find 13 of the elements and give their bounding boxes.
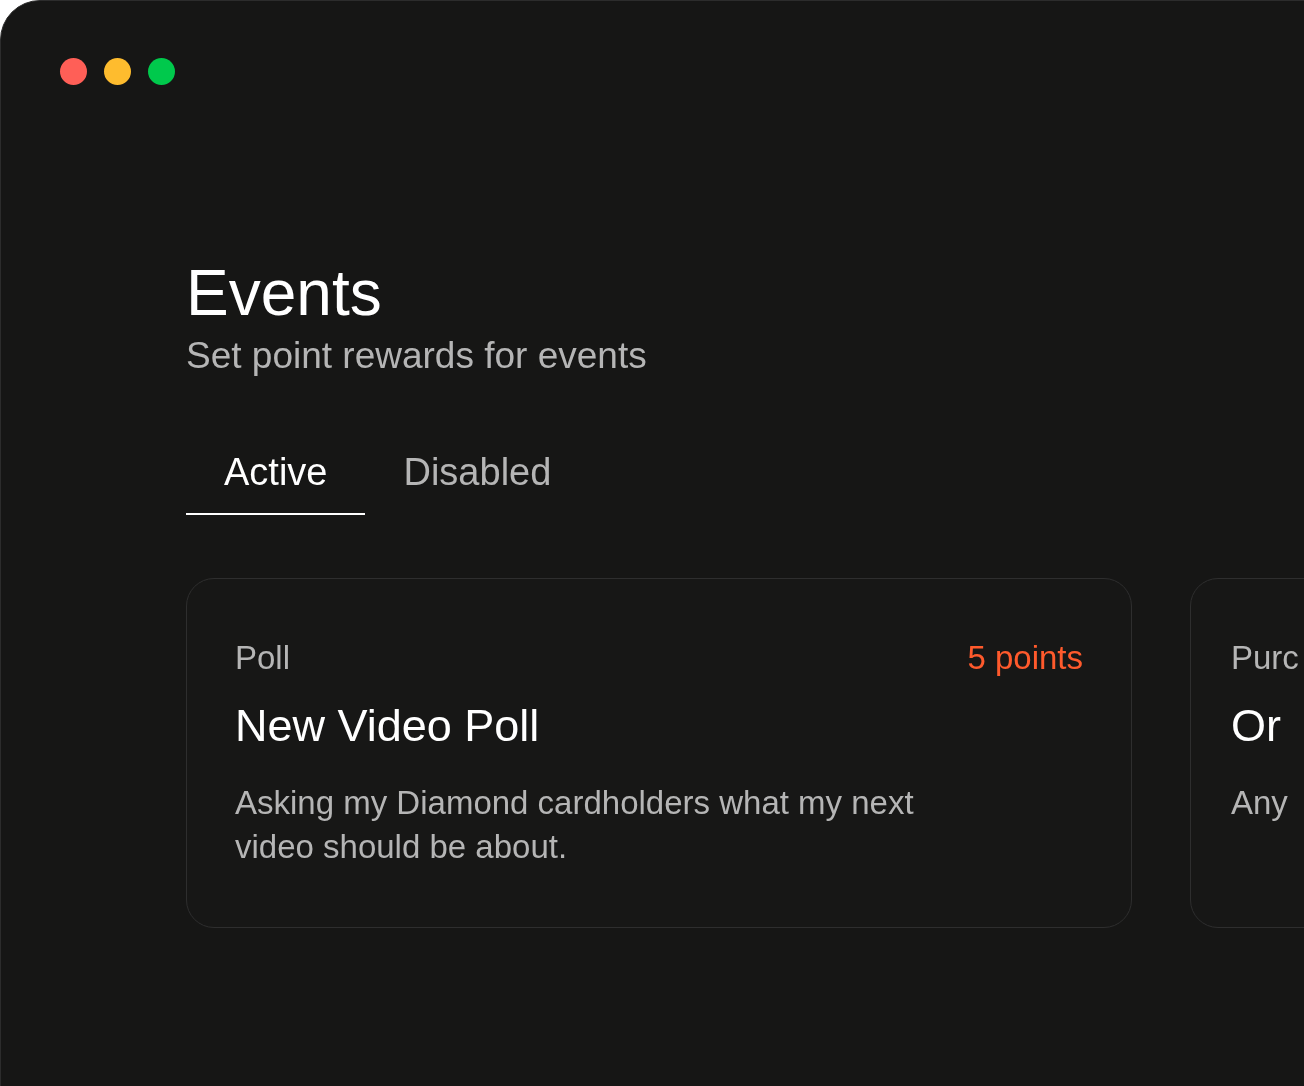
event-card[interactable]: Purc Or Any bbox=[1190, 578, 1304, 928]
event-description: Any bbox=[1231, 783, 1289, 823]
page-subtitle: Set point rewards for events bbox=[186, 334, 648, 378]
tab[interactable]: Active bbox=[186, 449, 366, 515]
event-card[interactable]: Poll 5 points New Video Poll Asking my Diamond cardholders what my next video should be about. bbox=[186, 578, 1132, 928]
points-label: 5 points bbox=[967, 638, 1083, 678]
event-category: Purc bbox=[1231, 638, 1299, 678]
page-title: Events bbox=[186, 256, 382, 331]
event-title: Or bbox=[1231, 699, 1282, 753]
event-category: Poll bbox=[235, 638, 291, 678]
event-title: New Video Poll bbox=[235, 699, 541, 753]
tab[interactable]: Disabled bbox=[365, 449, 590, 515]
event-description: Asking my Diamond cardholders what my next video should be about. bbox=[235, 783, 915, 867]
